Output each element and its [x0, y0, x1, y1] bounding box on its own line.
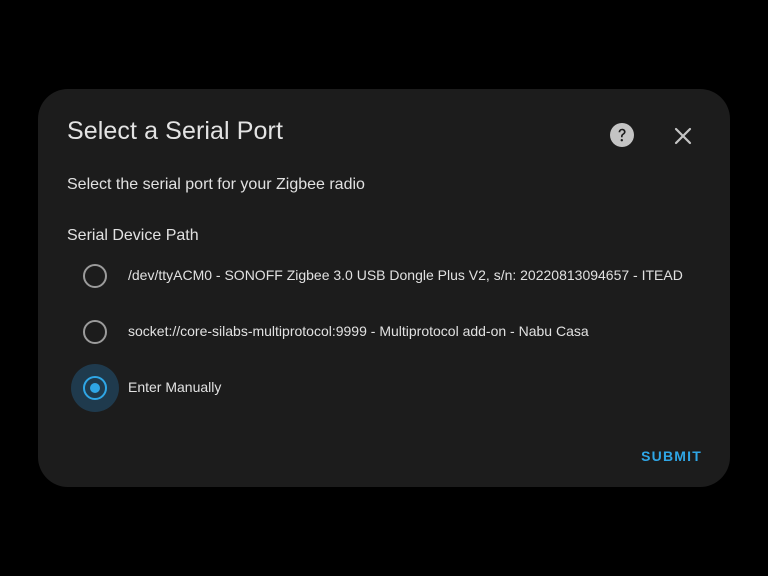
option-socket[interactable]: socket://core-silabs-multiprotocol:9999 … [71, 308, 711, 356]
radio-button[interactable] [83, 320, 107, 344]
radio-button[interactable] [83, 264, 107, 288]
serial-port-dialog: Select a Serial Port Select the serial p… [38, 89, 730, 487]
option-label[interactable]: Enter Manually [128, 379, 221, 395]
help-button[interactable] [610, 123, 634, 147]
submit-button[interactable]: SUBMIT [641, 448, 702, 464]
radio-wrap[interactable] [71, 252, 119, 300]
radio-button-checked[interactable] [83, 376, 107, 400]
option-label[interactable]: socket://core-silabs-multiprotocol:9999 … [128, 323, 589, 339]
option-enter-manually[interactable]: Enter Manually [71, 364, 711, 412]
dialog-description: Select the serial port for your Zigbee r… [67, 176, 365, 193]
help-circle-icon [610, 123, 634, 147]
option-ttyacm0[interactable]: /dev/ttyACM0 - SONOFF Zigbee 3.0 USB Don… [71, 252, 711, 300]
dialog-title: Select a Serial Port [67, 117, 283, 145]
close-button[interactable] [672, 125, 694, 147]
option-label[interactable]: /dev/ttyACM0 - SONOFF Zigbee 3.0 USB Don… [128, 267, 683, 283]
close-icon [674, 127, 692, 145]
radio-wrap[interactable] [71, 364, 119, 412]
radio-dot [90, 383, 100, 393]
serial-device-path-label: Serial Device Path [67, 227, 199, 244]
radio-wrap[interactable] [71, 308, 119, 356]
